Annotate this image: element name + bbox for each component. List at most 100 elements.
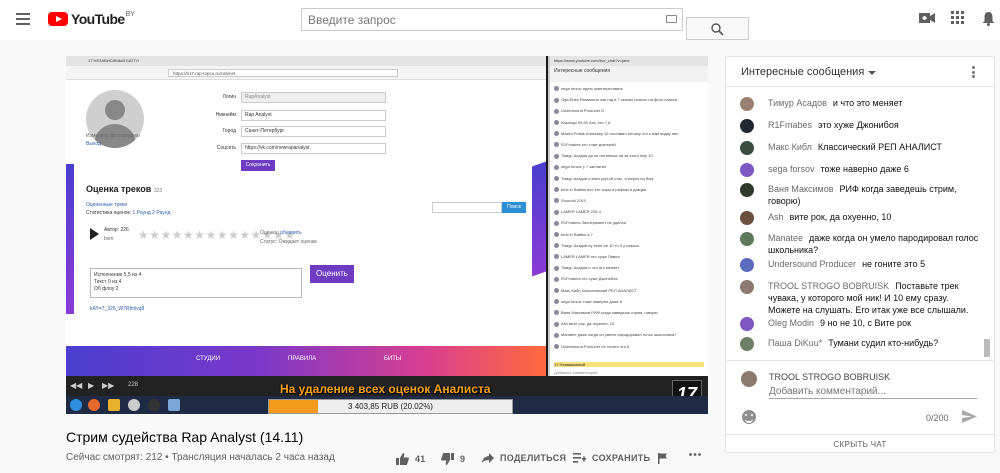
chat-text: 9 но не 10, с Вите рок: [820, 318, 912, 328]
avatar[interactable]: [740, 141, 754, 155]
avatar: [741, 371, 757, 387]
avatar[interactable]: [740, 317, 754, 331]
chat-mode-select[interactable]: Интересные сообщения: [741, 66, 864, 78]
chat-author[interactable]: Oleg Modin: [768, 318, 814, 328]
video-player[interactable]: 17 НЕЗАВИСИМЫЙ БАТТЛ https://b17.rap-top…: [66, 56, 708, 414]
avatar: [554, 86, 559, 92]
video-meta: Сейчас смотрят: 212 • Трансляция началас…: [66, 452, 335, 463]
chat-message-body: Ash вите рок, да охуенно, 10: [768, 211, 980, 223]
like-count: 41: [415, 454, 426, 464]
chat-popup-text: LAMER LAMER 226 4: [561, 209, 601, 215]
chat-text: тоже наверно даже 6: [820, 164, 909, 174]
avatar[interactable]: [740, 258, 754, 272]
prev-icon[interactable]: ◀◀: [70, 381, 82, 390]
donation-goal-caption: На удаление всех оценок Аналиста: [280, 382, 491, 396]
avatar: [554, 120, 559, 126]
form-row-login: Логин RapAnalyst: [186, 92, 416, 104]
chat-message: Ash вите рок, да охуенно, 10: [740, 211, 980, 225]
rated-tracks-link: Оцененные треки: [86, 202, 128, 208]
chat-message: Oleg Modin 9 но не 10, с Вите рок: [740, 317, 980, 331]
form-label: Соцсеть: [216, 145, 236, 151]
create-video-icon[interactable]: [919, 11, 935, 25]
chat-author[interactable]: Manatee: [768, 233, 803, 243]
chat-author[interactable]: Undersound Producer: [768, 259, 856, 269]
char-counter: 0/200: [926, 413, 949, 423]
next-icon[interactable]: ▶▶: [102, 381, 114, 390]
chevron-down-icon[interactable]: [868, 71, 876, 75]
form-row-nickname: Никнейм Rap Analyst: [186, 110, 416, 122]
search-icon: [711, 23, 724, 36]
rating-refresh-link: обновить: [280, 230, 302, 236]
thumbs-down-icon: [441, 453, 454, 465]
track-status: Статус: Ожидает оценки: [260, 239, 317, 245]
youtube-logo[interactable]: YouTube BY: [48, 11, 135, 27]
decor-stripe-left: [66, 164, 74, 314]
form-row-social: Соцсеть https://vk.com/newrapanalyst: [186, 143, 416, 155]
chat-popup-text: Maxim Pollak Классику 10 поставил потому…: [561, 130, 679, 136]
track-author: Автор: 226: [104, 227, 129, 233]
stats-row: Статистика оценок: 1 Раунд 2 Раунд: [86, 210, 170, 216]
chat-author[interactable]: TROOL STROGO BOBRUISK: [768, 281, 889, 291]
dislike-button[interactable]: 9: [441, 453, 465, 465]
chat-popup-row: Manatee даже когда он умело пародировал …: [554, 332, 704, 338]
decor-stripe-right: [532, 161, 546, 277]
send-icon[interactable]: [962, 410, 977, 423]
save-button[interactable]: СОХРАНИТЬ: [573, 453, 650, 463]
chat-text: Классический РЕП АНАЛИСТ: [817, 142, 942, 152]
report-button[interactable]: [658, 453, 668, 464]
obs-icon: [148, 399, 160, 411]
avatar: [554, 276, 559, 282]
search-input[interactable]: [302, 9, 642, 30]
avatar[interactable]: [740, 232, 754, 246]
chat-author[interactable]: sega forsov: [768, 164, 815, 174]
stream-browser-window: 17 НЕЗАВИСИМЫЙ БАТТЛ https://b17.rap-top…: [66, 56, 546, 414]
avatar: [554, 344, 559, 350]
chat-scrollbar[interactable]: [984, 339, 990, 357]
stream-save-button: Сохранить: [241, 160, 275, 171]
avatar[interactable]: [740, 280, 754, 294]
avatar[interactable]: [740, 119, 754, 133]
avatar: [554, 142, 559, 148]
save-label: СОХРАНИТЬ: [592, 453, 651, 463]
chat-author[interactable]: Ваня Максимов: [768, 184, 834, 194]
logout-link: Выход: [86, 141, 101, 147]
form-input: Rap Analyst: [241, 110, 386, 121]
avatar[interactable]: [740, 337, 754, 351]
chat-popup-row: Тимур Асадов я вата крутой стих, и пофиг…: [554, 176, 704, 182]
more-actions-button[interactable]: [689, 453, 701, 456]
share-button[interactable]: ПОДЕЛИТЬСЯ: [482, 453, 566, 463]
chat-author[interactable]: Тимур Асадов: [768, 98, 827, 108]
notifications-bell-icon[interactable]: [982, 11, 995, 26]
chat-message: R1Fmabes это хуже Джонибоя: [740, 119, 980, 133]
chat-text: это хуже Джонибоя: [818, 120, 899, 130]
avatar[interactable]: [740, 183, 754, 197]
chat-popup-text: sega forsov тоже наверно даже 6: [561, 298, 623, 304]
hide-chat-button[interactable]: СКРЫТЬ ЧАТ: [726, 434, 994, 454]
emoji-icon[interactable]: [742, 410, 756, 424]
track-rating-count: 323: [153, 188, 163, 194]
avatar[interactable]: [740, 163, 754, 177]
avatar[interactable]: [740, 211, 754, 225]
play-icon[interactable]: ▶: [88, 381, 94, 390]
chat-text: вите рок, да охуенно, 10: [789, 212, 892, 222]
menu-icon[interactable]: [16, 13, 30, 25]
search-button[interactable]: [686, 17, 749, 40]
more-vertical-icon[interactable]: [972, 66, 975, 78]
chat-author[interactable]: Макс Кибл: [768, 142, 812, 152]
chat-author[interactable]: R1Fmabes: [768, 120, 812, 130]
chat-message-body: R1Fmabes это хуже Джонибоя: [768, 119, 980, 131]
apps-grid-icon[interactable]: [951, 11, 964, 24]
chat-message-input[interactable]: [769, 385, 977, 399]
more-horizontal-icon: [689, 453, 701, 456]
chat-popup-text: R1Fmabes это хуже Джонибоя: [561, 276, 618, 282]
chat-popup-text: Shunold 2/3/3: [561, 198, 586, 203]
avatar[interactable]: [740, 97, 754, 111]
chat-author[interactable]: Паша DiKuu*: [768, 338, 822, 348]
like-button[interactable]: 41: [396, 453, 426, 465]
chat-messages: Тимур Асадов и что это меняет R1Fmabes это …: [726, 91, 986, 359]
avatar: [554, 187, 559, 193]
avatar: [554, 321, 559, 327]
stream-browser-urlbar: https://b17.rap-topcu.ru/cabinet: [66, 66, 546, 80]
keyboard-icon[interactable]: [666, 15, 677, 23]
chat-author[interactable]: Ash: [768, 212, 784, 222]
